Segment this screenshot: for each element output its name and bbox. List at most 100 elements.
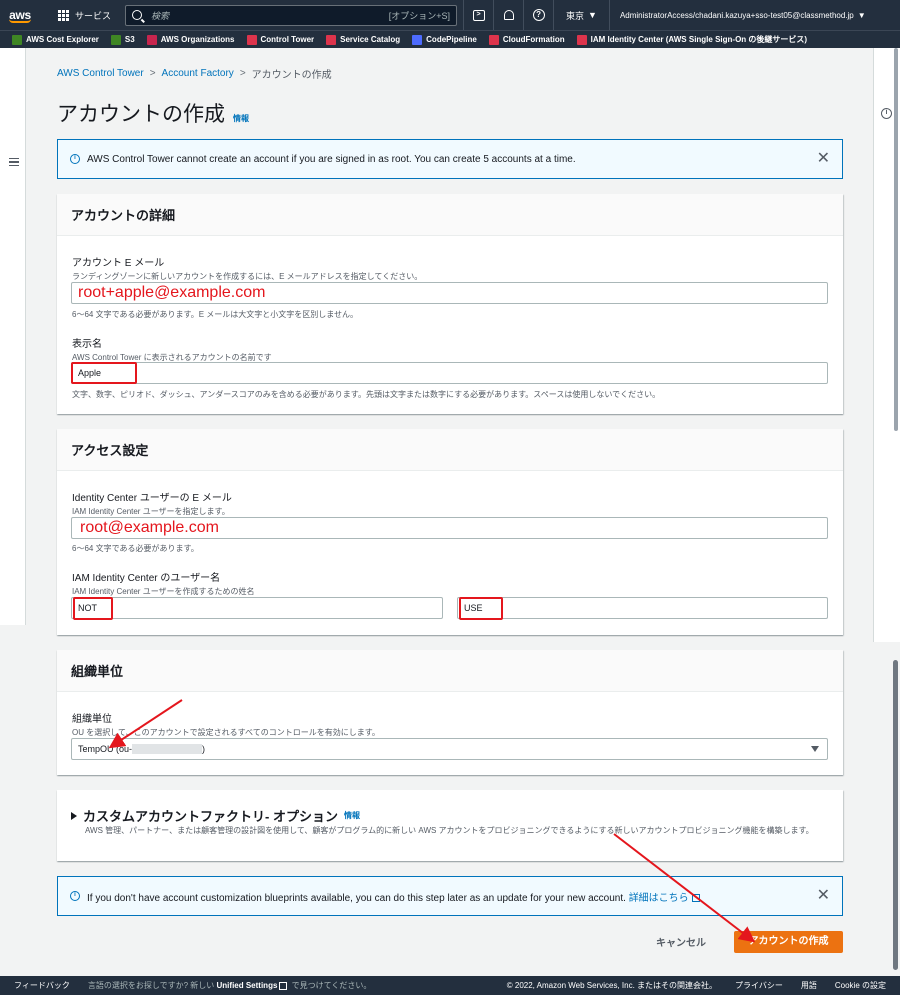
username-label-group: IAM Identity Center のユーザー名 IAM Identity … xyxy=(72,569,255,597)
service-icon xyxy=(326,34,337,45)
cancel-button[interactable]: キャンセル xyxy=(650,934,712,954)
terminal-icon: > xyxy=(472,9,485,21)
section-heading: カスタムアカウントファクトリ- オプション xyxy=(83,809,338,824)
region-selector[interactable]: 東京 ▼ xyxy=(553,0,609,30)
favorite-item[interactable]: AWS Cost Explorer xyxy=(12,34,99,45)
favorite-label: CloudFormation xyxy=(502,35,565,44)
info-icon[interactable]: i xyxy=(881,108,892,119)
identity-center-email-input[interactable]: root@example.com xyxy=(71,517,828,539)
help-button[interactable]: ? xyxy=(523,0,553,30)
external-link-icon xyxy=(279,981,288,990)
breadcrumb-account-factory[interactable]: Account Factory xyxy=(162,68,234,79)
field-constraint: 6〜64 文字である必要があります。 xyxy=(72,544,199,553)
annotation-box xyxy=(73,597,113,620)
account-email-label-group: アカウント E メール ランディングゾーンに新しいアカウントを作成するには、E … xyxy=(72,254,422,282)
favorites-bar: AWS Cost Explorer S3 AWS Organizations Cont… xyxy=(0,30,900,48)
favorite-item[interactable]: CodePipeline xyxy=(412,34,477,45)
display-name-label-group: 表示名 AWS Control Tower に表示されるアカウントの名前です xyxy=(72,335,272,363)
favorite-item[interactable]: S3 xyxy=(110,34,135,45)
field-label: IAM Identity Center のユーザー名 xyxy=(72,573,221,584)
account-email-input[interactable]: root+apple@example.com xyxy=(71,282,828,304)
last-name-input[interactable]: USE xyxy=(457,597,828,619)
select-value: TempOU (ou- xyxy=(78,744,133,754)
input-value: root+apple@example.com xyxy=(78,284,266,301)
page-scrollbar[interactable] xyxy=(893,660,898,970)
favorite-item[interactable]: CloudFormation xyxy=(488,34,565,45)
language-note-prefix: 言語の選択をお探しですか? 新しい xyxy=(87,981,215,990)
breadcrumb-control-tower[interactable]: AWS Control Tower xyxy=(57,68,144,79)
services-menu[interactable]: サービス xyxy=(40,0,119,30)
caret-down-icon: ▼ xyxy=(857,10,866,20)
aws-logo[interactable]: aws xyxy=(0,0,40,30)
tools-panel: i xyxy=(873,48,900,642)
cookie-settings-link[interactable]: Cookie の設定 xyxy=(835,980,886,991)
field-description: ランディングゾーンに新しいアカウントを作成するには、E メールアドレスを指定して… xyxy=(72,272,423,281)
close-icon[interactable]: ✕ xyxy=(817,888,830,904)
side-navigation-toggle-panel xyxy=(0,48,26,625)
first-name-input[interactable]: NOT xyxy=(71,597,443,619)
favorite-item[interactable]: AWS Organizations xyxy=(146,34,235,45)
select-value-suffix: ) xyxy=(202,744,206,754)
create-account-button[interactable]: アカウントの作成 xyxy=(734,931,843,953)
annotation-box xyxy=(459,597,503,620)
organizational-unit-panel: 組織単位 組織単位 OU を選択して、このアカウントで設定されるすべてのコントロ… xyxy=(57,650,843,775)
section-heading: アカウントの詳細 xyxy=(57,194,843,236)
info-link[interactable]: 情報 xyxy=(233,113,249,124)
favorite-item[interactable]: IAM Identity Center (AWS Single Sign-On … xyxy=(576,34,808,45)
search-input[interactable]: 検索 [オプション+S] xyxy=(125,4,458,26)
custom-account-factory-panel: カスタムアカウントファクトリ- オプション 情報 AWS 管理、パートナー、また… xyxy=(57,790,843,861)
learn-more-link[interactable]: 詳細はこちら xyxy=(629,893,689,904)
notifications-button[interactable] xyxy=(493,0,523,30)
alert-text: If you don't have account customization … xyxy=(87,892,626,904)
custom-factory-expander[interactable]: カスタムアカウントファクトリ- オプション 情報 xyxy=(71,806,360,825)
blueprint-info-alert: i If you don't have account customizatio… xyxy=(57,876,843,916)
language-note: 言語の選択をお探しですか? 新しい Unified Settings で見つけて… xyxy=(88,980,372,991)
field-label: 表示名 xyxy=(72,339,102,350)
ou-select[interactable]: TempOU (ou- ) xyxy=(71,738,828,760)
field-label: 組織単位 xyxy=(72,714,112,725)
scrollbar[interactable] xyxy=(894,48,898,431)
chevron-right-icon: > xyxy=(149,68,156,79)
footer-links: © 2022, Amazon Web Services, Inc. またはその関… xyxy=(507,980,900,991)
field-constraint: 6〜64 文字である必要があります。E メールは大文字と小文字を区別しません。 xyxy=(72,310,359,319)
unified-settings-link[interactable]: Unified Settings xyxy=(217,981,278,990)
input-value: root@example.com xyxy=(80,519,219,536)
section-description: AWS 管理、パートナー、または顧客管理の設計図を使用して、顧客がプログラム的に… xyxy=(85,826,814,835)
help-icon: ? xyxy=(532,9,545,21)
info-icon: i xyxy=(70,891,80,901)
field-label: アカウント E メール xyxy=(72,258,165,269)
root-warning-alert: i AWS Control Tower cannot create an acc… xyxy=(57,139,843,179)
footer: フィードバック 言語の選択をお探しですか? 新しい Unified Settin… xyxy=(0,976,900,995)
service-icon xyxy=(110,34,121,45)
favorite-label: Service Catalog xyxy=(340,35,401,44)
favorite-label: S3 xyxy=(124,35,135,44)
identity-email-label-group: Identity Center ユーザーの E メール IAM Identity… xyxy=(72,489,232,517)
cloudshell-button[interactable]: > xyxy=(463,0,493,30)
caret-right-icon xyxy=(71,811,77,820)
service-icon xyxy=(488,34,499,45)
display-name-input[interactable]: Apple xyxy=(71,362,828,384)
caret-down-icon xyxy=(811,746,819,752)
favorite-item[interactable]: Service Catalog xyxy=(326,34,401,45)
alert-message: If you don't have account customization … xyxy=(87,889,817,904)
annotation-box xyxy=(71,362,137,384)
service-icon xyxy=(146,34,157,45)
section-heading: 組織単位 xyxy=(57,650,843,692)
page-title: アカウントの作成 情報 xyxy=(57,103,249,126)
account-menu[interactable]: AdministratorAccess/chadani.kazuya+sso-t… xyxy=(608,0,876,30)
account-details-panel: アカウントの詳細 アカウント E メール ランディングゾーンに新しいアカウントを… xyxy=(57,194,843,414)
service-icon xyxy=(412,34,423,45)
field-description: IAM Identity Center ユーザーを指定します。 xyxy=(72,507,230,516)
service-icon xyxy=(576,34,587,45)
feedback-link[interactable]: フィードバック xyxy=(14,980,70,991)
menu-icon[interactable] xyxy=(9,158,19,166)
close-icon[interactable]: ✕ xyxy=(817,151,830,167)
favorite-label: IAM Identity Center (AWS Single Sign-On … xyxy=(590,35,808,44)
language-note-suffix: で見つけてください。 xyxy=(291,981,372,990)
favorite-label: AWS Cost Explorer xyxy=(26,35,99,44)
external-link-icon xyxy=(691,893,700,902)
favorite-item[interactable]: Control Tower xyxy=(246,34,314,45)
terms-link[interactable]: 用語 xyxy=(801,980,817,991)
privacy-link[interactable]: プライバシー xyxy=(735,980,783,991)
info-link[interactable]: 情報 xyxy=(344,810,360,821)
